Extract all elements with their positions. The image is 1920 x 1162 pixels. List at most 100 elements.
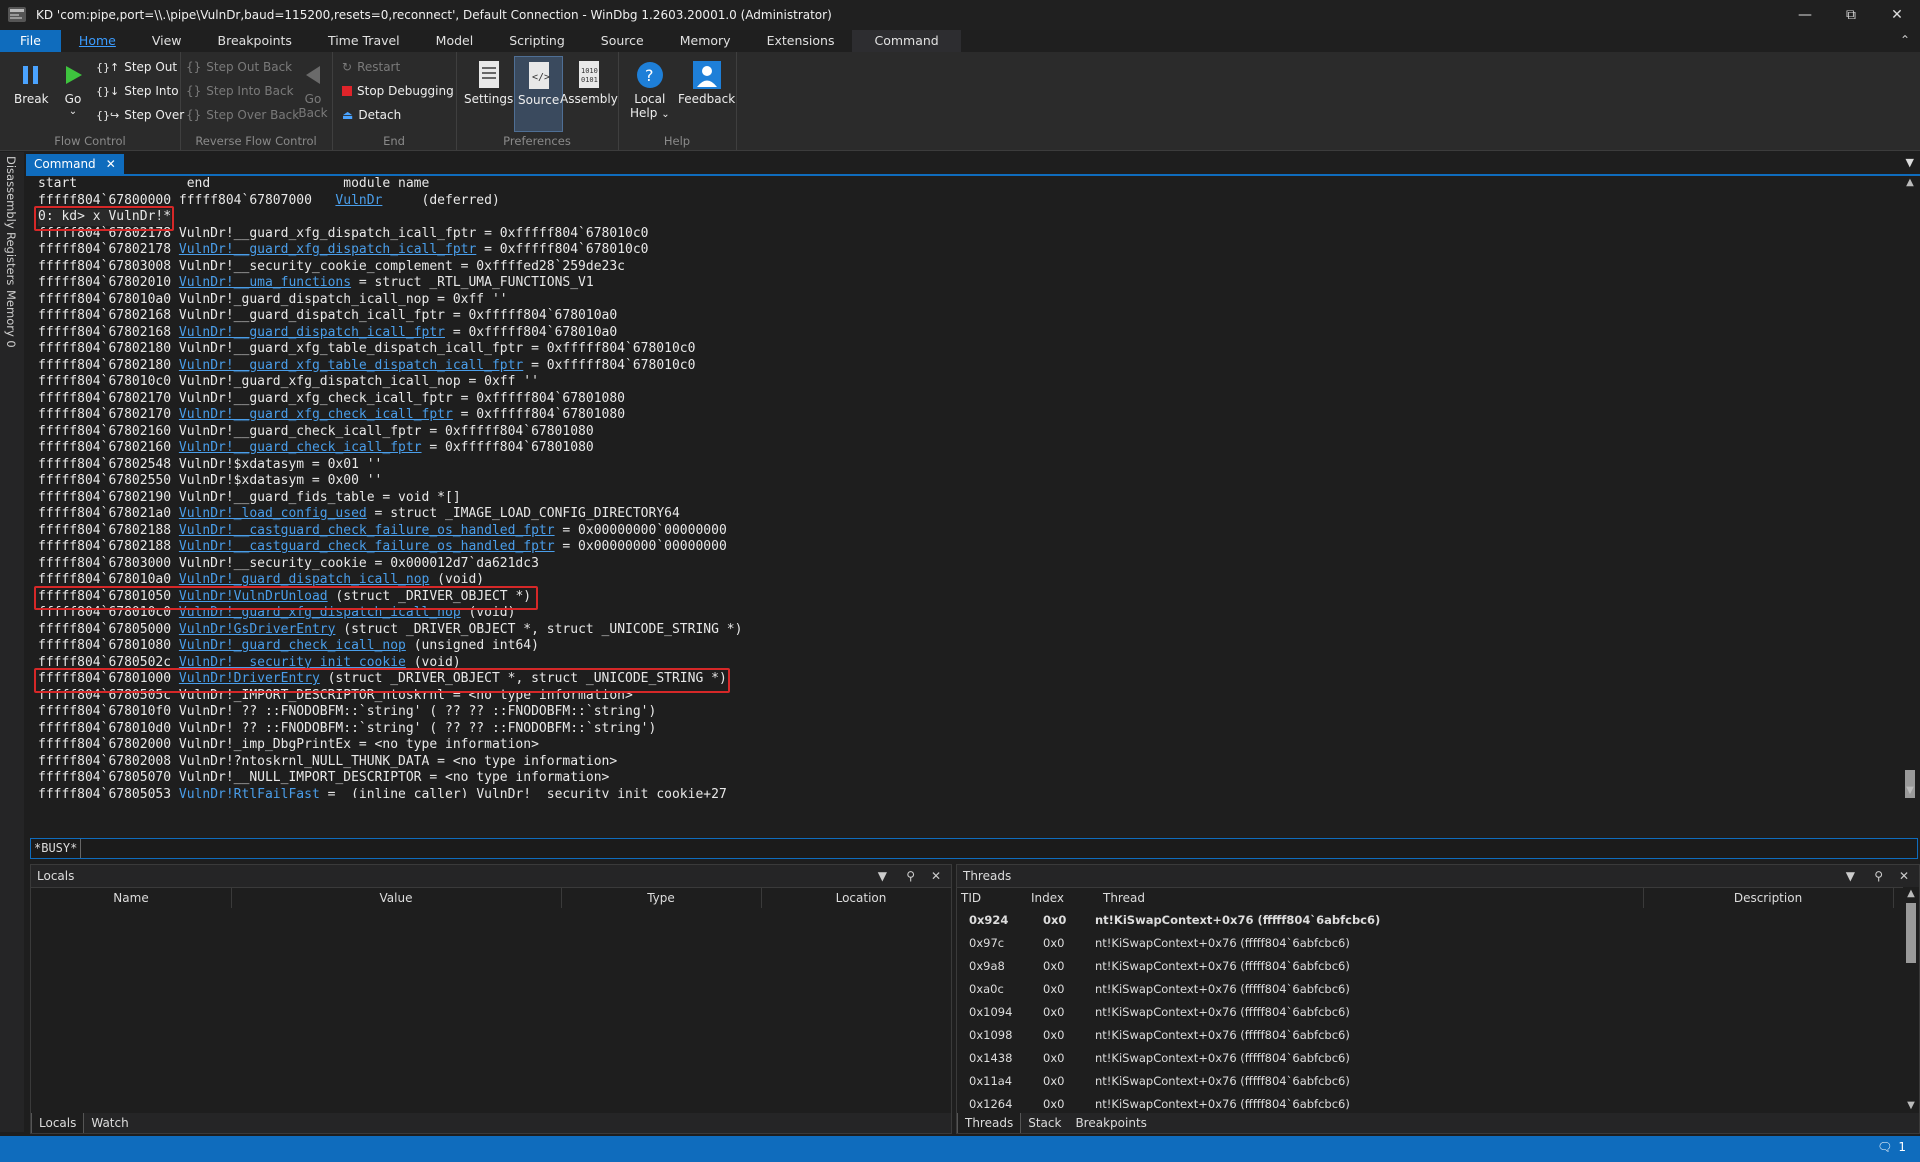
step-out-back-button[interactable]: {} Step Out Back bbox=[186, 58, 292, 76]
step-out-button[interactable]: {}↑ Step Out bbox=[96, 58, 177, 76]
pin-icon[interactable]: ⚲ bbox=[1874, 869, 1883, 883]
step-into-icon: {}↓ bbox=[96, 84, 120, 98]
scroll-up-icon[interactable]: ▲ bbox=[1902, 176, 1918, 190]
close-icon[interactable]: ✕ bbox=[106, 157, 116, 171]
table-row[interactable]: 0x1438 0x0 nt!KiSwapContext+0x76 (fffff804… bbox=[957, 1047, 1897, 1070]
column-header-index[interactable]: Index bbox=[1031, 888, 1091, 908]
close-icon[interactable]: ✕ bbox=[1899, 869, 1909, 883]
step-into-button[interactable]: {}↓ Step Into bbox=[96, 82, 179, 100]
go-button[interactable]: Go ⌄ bbox=[56, 58, 90, 117]
side-tab-registers[interactable]: Registers bbox=[4, 232, 18, 285]
stop-debugging-button[interactable]: Stop Debugging bbox=[342, 82, 454, 100]
table-row[interactable]: 0x11a4 0x0 nt!KiSwapContext+0x76 (fffff804… bbox=[957, 1070, 1897, 1093]
scrollbar-thumb[interactable] bbox=[1906, 903, 1916, 963]
scroll-down-icon[interactable]: ▼ bbox=[1902, 784, 1918, 798]
symbol-link[interactable]: VulnDr!GsDriverEntry bbox=[179, 622, 336, 637]
dropdown-icon[interactable]: ▼ bbox=[1846, 869, 1855, 883]
column-header-tid[interactable]: TID bbox=[957, 888, 1031, 908]
table-row[interactable]: 0x9a8 0x0 nt!KiSwapContext+0x76 (fffff804`… bbox=[957, 955, 1897, 978]
symbol-link[interactable]: VulnDr!__uma_functions bbox=[179, 275, 351, 290]
table-row[interactable]: 0x924 0x0 nt!KiSwapContext+0x76 (fffff804`… bbox=[957, 909, 1897, 932]
close-icon[interactable]: ✕ bbox=[1874, 0, 1920, 30]
symbol-link[interactable]: VulnDr!_guard_check_icall_nop bbox=[179, 638, 406, 653]
symbol-link[interactable]: VulnDr!_guard_dispatch_icall_nop bbox=[179, 572, 429, 587]
chat-notification-icon[interactable]: 🗨 bbox=[1877, 1140, 1892, 1154]
thread-location: nt!KiSwapContext+0x76 (fffff804`6abfcbc6… bbox=[1095, 913, 1381, 927]
tab-view[interactable]: View bbox=[134, 30, 200, 52]
tab-stack[interactable]: Stack bbox=[1021, 1113, 1068, 1133]
output-line: fffff804`67802000 VulnDr!_imp_DbgPrintEx… bbox=[38, 737, 539, 754]
feedback-button[interactable]: Feedback bbox=[678, 58, 735, 106]
break-button[interactable]: Break bbox=[14, 58, 49, 106]
tab-home[interactable]: Home bbox=[61, 30, 134, 52]
scroll-up-icon[interactable]: ▲ bbox=[1903, 887, 1919, 901]
command-tab[interactable]: Command ✕ bbox=[26, 154, 124, 174]
command-output[interactable]: start end module name fffff804`67800000 f… bbox=[26, 176, 1902, 798]
tab-threads[interactable]: Threads bbox=[957, 1113, 1022, 1133]
minimize-icon[interactable]: — bbox=[1782, 0, 1828, 30]
output-line: fffff804`67802160 VulnDr!__guard_check_i… bbox=[38, 424, 594, 441]
tab-model[interactable]: Model bbox=[418, 30, 492, 52]
symbol-link[interactable]: VulnDr!__guard_xfg_table_dispatch_icall_… bbox=[179, 358, 523, 373]
output-line: fffff804`67802548 VulnDr!$xdatasym = 0x0… bbox=[38, 457, 382, 474]
pin-icon[interactable]: ⚲ bbox=[906, 869, 915, 883]
tab-memory[interactable]: Memory bbox=[662, 30, 749, 52]
chevron-down-icon: ⌄ bbox=[68, 106, 78, 117]
close-icon[interactable]: ✕ bbox=[931, 869, 941, 883]
symbol-link[interactable]: VulnDr bbox=[335, 193, 382, 208]
column-header-name[interactable]: Name bbox=[31, 888, 232, 908]
table-row[interactable]: 0x97c 0x0 nt!KiSwapContext+0x76 (fffff804`… bbox=[957, 932, 1897, 955]
tab-watch[interactable]: Watch bbox=[84, 1113, 135, 1133]
step-over-button[interactable]: {}↪ Step Over bbox=[96, 106, 184, 124]
symbol-link[interactable]: VulnDr!_load_config_used bbox=[179, 506, 367, 521]
table-row[interactable]: 0x1094 0x0 nt!KiSwapContext+0x76 (fffff804… bbox=[957, 1001, 1897, 1024]
scroll-down-icon[interactable]: ▼ bbox=[1903, 1099, 1919, 1113]
column-header-thread[interactable]: Thread bbox=[1103, 888, 1644, 908]
side-tab-memory-0[interactable]: Memory 0 bbox=[4, 290, 18, 348]
symbol-link[interactable]: VulnDr!__guard_dispatch_icall_fptr bbox=[179, 325, 445, 340]
ribbon-collapse-icon[interactable]: ⌃ bbox=[1900, 33, 1910, 47]
output-text: = 0x00000000`00000000 bbox=[554, 539, 727, 554]
settings-button[interactable]: Settings bbox=[464, 58, 513, 106]
tab-time-travel[interactable]: Time Travel bbox=[310, 30, 418, 52]
output-text: fffff804`67802000 VulnDr!_imp_DbgPrintEx… bbox=[38, 737, 539, 752]
symbol-link[interactable]: VulnDr!__castguard_check_failure_os_hand… bbox=[179, 523, 555, 538]
symbol-link[interactable]: VulnDr!__castguard_check_failure_os_hand… bbox=[179, 539, 555, 554]
table-row[interactable]: 0x1098 0x0 nt!KiSwapContext+0x76 (fffff804… bbox=[957, 1024, 1897, 1047]
step-over-back-button[interactable]: {} Step Over Back bbox=[186, 106, 299, 124]
column-header-location[interactable]: Location bbox=[761, 888, 961, 908]
symbol-link[interactable]: VulnDr!__guard_check_icall_fptr bbox=[179, 440, 422, 455]
source-button[interactable]: </> Source bbox=[514, 56, 564, 132]
command-output-scrollbar[interactable]: ▲ ▼ bbox=[1902, 176, 1918, 798]
column-header-type[interactable]: Type bbox=[561, 888, 762, 908]
tab-extensions[interactable]: Extensions bbox=[749, 30, 853, 52]
column-header-value[interactable]: Value bbox=[231, 888, 562, 908]
tab-source[interactable]: Source bbox=[583, 30, 662, 52]
detach-button[interactable]: ⏏ Detach bbox=[342, 106, 401, 124]
assembly-button[interactable]: 1010 0101 Assembly bbox=[560, 58, 618, 106]
tab-breakpoints-pane[interactable]: Breakpoints bbox=[1068, 1113, 1153, 1133]
local-help-button[interactable]: ? Local Help ⌄ bbox=[630, 58, 670, 120]
tab-scripting[interactable]: Scripting bbox=[491, 30, 583, 52]
restore-icon[interactable]: ⧉ bbox=[1828, 0, 1874, 30]
symbol-link[interactable]: VulnDr!__guard_xfg_dispatch_icall_fptr bbox=[179, 242, 476, 257]
go-back-button[interactable]: Go Back bbox=[296, 58, 330, 120]
command-input[interactable]: *BUSY* bbox=[30, 838, 1918, 859]
tab-breakpoints[interactable]: Breakpoints bbox=[200, 30, 310, 52]
symbol-link[interactable]: VulnDr!RtlFailFast bbox=[179, 787, 320, 799]
table-row[interactable]: 0xa0c 0x0 nt!KiSwapContext+0x76 (fffff804`… bbox=[957, 978, 1897, 1001]
tab-file[interactable]: File bbox=[0, 30, 61, 52]
tab-command[interactable]: Command bbox=[852, 30, 961, 52]
column-header-description[interactable]: Description bbox=[1643, 888, 1894, 908]
side-tab-disassembly[interactable]: Disassembly bbox=[4, 156, 18, 229]
thread-index: 0x0 bbox=[1043, 1028, 1065, 1042]
tab-list-dropdown-icon[interactable]: ▼ bbox=[1906, 156, 1914, 169]
step-over-back-icon: {} bbox=[186, 108, 202, 122]
threads-scrollbar[interactable]: ▲ ▼ bbox=[1903, 887, 1919, 1113]
restart-button[interactable]: ↻ Restart bbox=[342, 58, 400, 76]
tab-locals[interactable]: Locals bbox=[31, 1113, 85, 1133]
dropdown-icon[interactable]: ▼ bbox=[878, 869, 887, 883]
windbg-app-icon[interactable] bbox=[4, 2, 30, 28]
step-into-back-button[interactable]: {} Step Into Back bbox=[186, 82, 294, 100]
symbol-link[interactable]: VulnDr!__guard_xfg_check_icall_fptr bbox=[179, 407, 453, 422]
